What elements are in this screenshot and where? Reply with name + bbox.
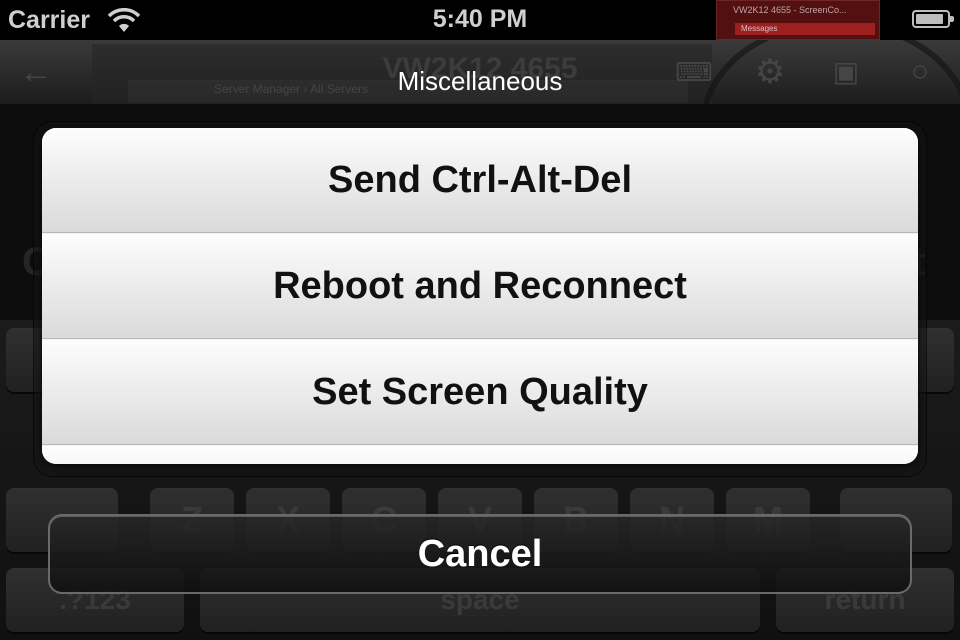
reboot-and-reconnect-button[interactable]: Reboot and Reconnect: [42, 234, 918, 339]
send-ctrl-alt-del-button[interactable]: Send Ctrl-Alt-Del: [42, 128, 918, 233]
status-time: 5:40 PM: [432, 5, 528, 33]
battery-icon: [912, 10, 954, 28]
cancel-button[interactable]: Cancel: [48, 514, 912, 594]
status-bar: Carrier VW2K12 4655 - ScreenCo... Messag…: [0, 0, 960, 40]
menu-title: Miscellaneous: [397, 66, 563, 96]
menu-sheet: Send Ctrl-Alt-Del Reboot and Reconnect S…: [42, 128, 918, 464]
set-screen-quality-button[interactable]: Set Screen Quality: [42, 340, 918, 445]
battery-level: [916, 14, 943, 24]
menu-item-partial[interactable]: [42, 446, 918, 464]
